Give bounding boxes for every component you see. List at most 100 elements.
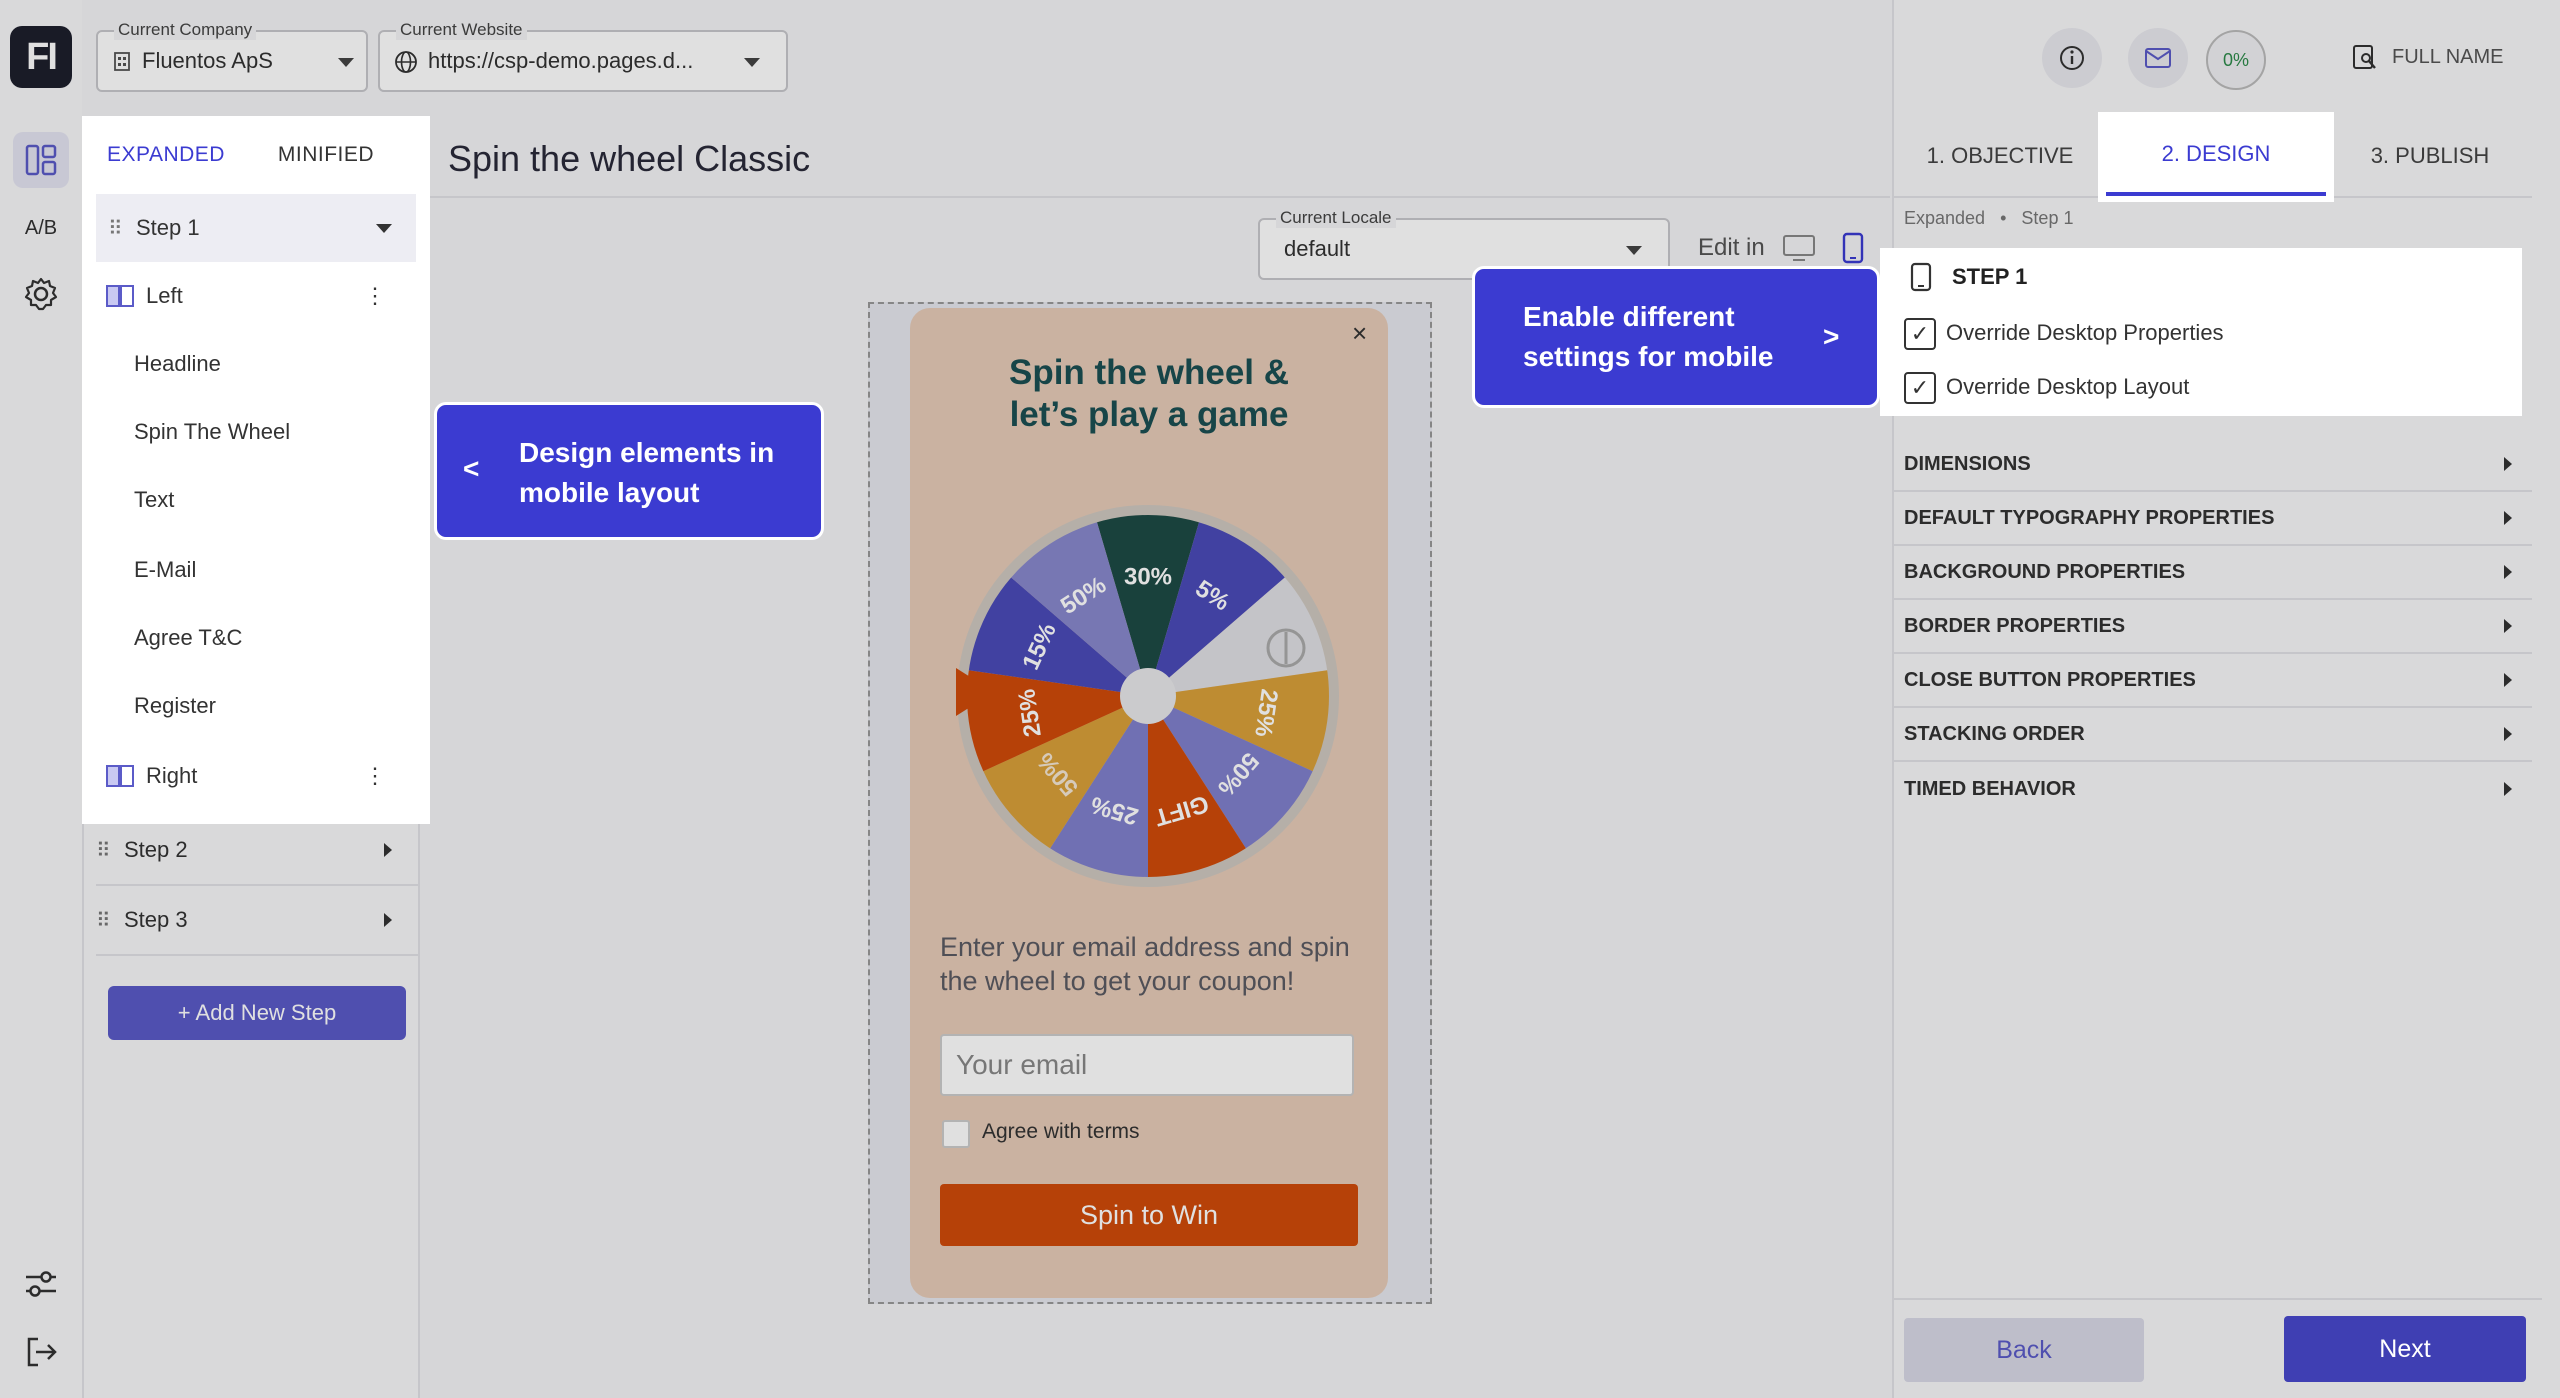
- website-select-value: https://csp-demo.pages.d...: [428, 48, 694, 73]
- chevron-right-icon: [2504, 619, 2512, 633]
- tab-minified[interactable]: MINIFIED: [256, 116, 396, 194]
- chevron-right-icon: [2504, 457, 2512, 471]
- column-icon: [106, 285, 134, 307]
- callout-right-line-1: Enable different: [1523, 301, 1735, 332]
- wheel-hub: [1120, 668, 1176, 724]
- chevron-down-icon: [338, 58, 354, 67]
- spin-to-win-button[interactable]: Spin to Win: [940, 1184, 1358, 1246]
- icon-rail: FI A/B: [0, 0, 84, 1398]
- info-icon[interactable]: [2042, 28, 2102, 88]
- drag-handle-icon[interactable]: ⠿: [96, 838, 114, 863]
- callout-right-arrow: >: [1823, 321, 1840, 352]
- override-properties-checkbox[interactable]: ✓: [1904, 318, 1936, 350]
- spin-wheel[interactable]: 30% 5%25%50%GIFT25%50%25%15%50%: [948, 496, 1348, 896]
- popup-headline-line-2: let’s play a game: [1009, 395, 1289, 434]
- more-vertical-icon[interactable]: ⋮: [364, 763, 386, 789]
- tab-objective[interactable]: 1. OBJECTIVE: [1912, 116, 2088, 196]
- section-typography[interactable]: DEFAULT TYPOGRAPHY PROPERTIES: [1892, 492, 2532, 546]
- section-label: BACKGROUND PROPERTIES: [1904, 560, 2186, 583]
- locale-select-label: Current Locale: [1276, 208, 1396, 228]
- mobile-icon[interactable]: [1842, 232, 1864, 269]
- override-layout-label: Override Desktop Layout: [1946, 374, 2190, 399]
- company-icon: [112, 50, 132, 77]
- chevron-right-icon: [2504, 727, 2512, 741]
- right-column-row[interactable]: Right ⋮: [106, 742, 416, 810]
- step-3-row[interactable]: ⠿ Step 3: [96, 886, 418, 956]
- back-button[interactable]: Back: [1904, 1318, 2144, 1382]
- app-logo[interactable]: FI: [10, 26, 72, 88]
- add-new-step-button[interactable]: + Add New Step: [108, 986, 406, 1040]
- callout-left-line-2: mobile layout: [519, 477, 700, 508]
- company-select[interactable]: Current Company Fluentos ApS: [96, 20, 368, 92]
- section-border[interactable]: BORDER PROPERTIES: [1892, 600, 2532, 654]
- chevron-right-icon: [2504, 565, 2512, 579]
- element-email[interactable]: E-Mail: [94, 536, 456, 604]
- company-select-label: Current Company: [114, 20, 257, 40]
- popup-headline[interactable]: Spin the wheel & let’s play a game: [910, 352, 1388, 436]
- email-field[interactable]: Your email: [940, 1034, 1354, 1096]
- breadcrumb-step[interactable]: Step 1: [2021, 208, 2073, 228]
- element-spin-the-wheel[interactable]: Spin The Wheel: [94, 398, 456, 466]
- section-close-button[interactable]: CLOSE BUTTON PROPERTIES: [1892, 654, 2532, 708]
- profile-icon[interactable]: [2352, 44, 2378, 77]
- mail-icon[interactable]: [2128, 28, 2188, 88]
- section-stacking-order[interactable]: STACKING ORDER: [1892, 708, 2532, 762]
- close-icon[interactable]: ×: [1352, 318, 1367, 349]
- edit-in-label: Edit in: [1698, 234, 1765, 261]
- page-title: Spin the wheel Classic: [448, 138, 811, 179]
- more-vertical-icon[interactable]: ⋮: [364, 283, 386, 309]
- website-select-label: Current Website: [396, 20, 527, 40]
- settings-gear-icon[interactable]: [13, 266, 69, 322]
- callout-left-line-1: Design elements in: [519, 437, 775, 468]
- element-headline[interactable]: Headline: [94, 330, 456, 398]
- drag-handle-icon[interactable]: ⠿: [96, 908, 114, 933]
- footer-divider: [1892, 1298, 2542, 1300]
- callout-mobile-settings: Enable different settings for mobile >: [1472, 266, 1880, 408]
- step-3-label: Step 3: [124, 907, 188, 932]
- locale-select-value: default: [1284, 236, 1351, 261]
- chevron-right-icon: [2504, 511, 2512, 525]
- user-full-name[interactable]: FULL NAME: [2392, 46, 2504, 69]
- tab-expanded[interactable]: EXPANDED: [96, 116, 236, 197]
- element-agree-tc[interactable]: Agree T&C: [94, 604, 456, 672]
- next-button[interactable]: Next: [2284, 1316, 2526, 1382]
- popup-body-text[interactable]: Enter your email address and spin the wh…: [940, 930, 1360, 998]
- callout-design-elements: < Design elements in mobile layout: [434, 402, 824, 540]
- step-2-row[interactable]: ⠿ Step 2: [96, 816, 418, 886]
- section-label: DIMENSIONS: [1904, 452, 2031, 475]
- element-register[interactable]: Register: [94, 672, 456, 740]
- ab-test-icon[interactable]: A/B: [13, 200, 69, 256]
- logout-icon[interactable]: [13, 1324, 69, 1380]
- override-layout-checkbox[interactable]: ✓: [1904, 372, 1936, 404]
- step-1-label: Step 1: [136, 215, 200, 240]
- chevron-right-icon[interactable]: [384, 843, 392, 857]
- wheel-slice-label: 30%: [1124, 563, 1172, 590]
- element-text[interactable]: Text: [94, 466, 456, 534]
- desktop-icon[interactable]: [1782, 234, 1816, 267]
- step-1-row[interactable]: ⠿ Step 1: [96, 194, 416, 262]
- section-dimensions[interactable]: DIMENSIONS: [1892, 438, 2532, 492]
- tab-design[interactable]: 2. DESIGN: [2106, 116, 2326, 196]
- top-bar: Current Company Fluentos ApS Current Web…: [82, 0, 1892, 120]
- dashboard-icon[interactable]: [13, 132, 69, 188]
- step-tree-highlight: EXPANDED MINIFIED ⠿ Step 1 Left ⋮ Headli…: [82, 116, 430, 824]
- chevron-down-icon[interactable]: [376, 223, 392, 233]
- left-column-row[interactable]: Left ⋮: [106, 262, 416, 330]
- left-column-label: Left: [146, 283, 183, 308]
- breadcrumb-expanded[interactable]: Expanded: [1904, 208, 1985, 228]
- drag-handle-icon[interactable]: ⠿: [108, 216, 126, 241]
- section-timed-behavior[interactable]: TIMED BEHAVIOR: [1892, 762, 2532, 816]
- agree-label: Agree with terms: [982, 1120, 1140, 1143]
- company-select-value: Fluentos ApS: [142, 48, 273, 73]
- right-column-label: Right: [146, 763, 198, 788]
- column-icon: [106, 765, 134, 787]
- section-background[interactable]: BACKGROUND PROPERTIES: [1892, 546, 2532, 600]
- step-override-card: STEP 1 ✓ Override Desktop Properties ✓ O…: [1880, 248, 2522, 416]
- website-select[interactable]: Current Website https://csp-demo.pages.d…: [378, 20, 788, 92]
- tab-publish[interactable]: 3. PUBLISH: [2340, 116, 2520, 196]
- chevron-down-icon: [744, 58, 760, 67]
- sliders-icon[interactable]: [13, 1256, 69, 1312]
- chevron-right-icon[interactable]: [384, 913, 392, 927]
- popup-headline-line-1: Spin the wheel &: [1008, 353, 1290, 392]
- agree-checkbox[interactable]: [942, 1120, 970, 1148]
